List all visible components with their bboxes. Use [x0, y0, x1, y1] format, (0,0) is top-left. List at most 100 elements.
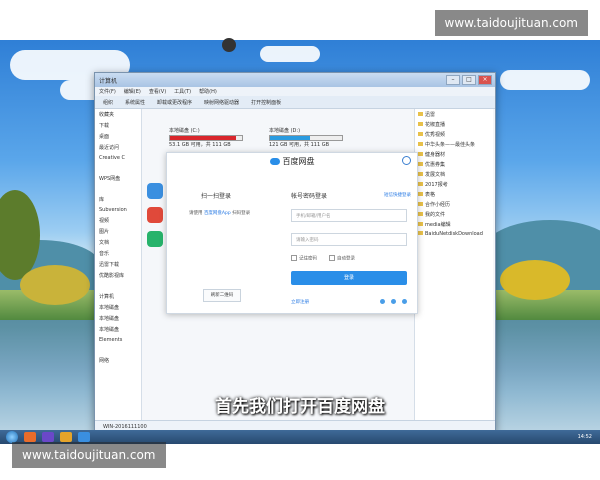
sidebar-item[interactable]: Elements [95, 335, 141, 345]
video-app-icon[interactable] [147, 231, 163, 247]
folder-icon [418, 152, 423, 156]
dialog-close-icon[interactable] [402, 156, 411, 165]
explorer-titlebar[interactable]: 计算机 – □ × [95, 73, 495, 87]
folder-icon [418, 182, 423, 186]
minimize-button[interactable]: – [446, 75, 460, 85]
register-link[interactable]: 立即注册 [291, 299, 309, 305]
sidebar-item[interactable]: 本地磁盘 [95, 302, 141, 313]
qq-login-icon[interactable] [380, 299, 385, 304]
refresh-qr-button[interactable]: 刷新二维码 [203, 289, 241, 302]
folder-item[interactable]: 我的文件 [415, 209, 493, 219]
app-icons [147, 183, 167, 255]
drive-c[interactable]: 本地磁盘 (C:) 53.1 GB 可用，共 111 GB [169, 127, 243, 148]
menubar: 文件(F) 编辑(E) 查看(V) 工具(T) 帮助(H) [95, 87, 495, 96]
folder-item[interactable]: media编辑 [415, 219, 493, 229]
folder-icon [418, 222, 423, 226]
toolbar-system-properties[interactable]: 系统属性 [125, 99, 145, 106]
menu-tools[interactable]: 工具(T) [174, 88, 191, 95]
folder-item[interactable]: 中华头条——最佳头条 [415, 139, 493, 149]
toolbar-uninstall[interactable]: 卸载或更改程序 [157, 99, 192, 106]
folder-icon [418, 142, 423, 146]
menu-edit[interactable]: 编辑(E) [124, 88, 141, 95]
drive-info: 121 GB 可用，共 111 GB [269, 142, 330, 148]
sms-login-link[interactable]: 短信快捷登录 [384, 192, 411, 198]
tree [500, 260, 570, 300]
folder-icon [418, 202, 423, 206]
remember-password-checkbox[interactable]: 记住密码 [291, 255, 317, 262]
desktop-icon[interactable] [222, 38, 236, 52]
password-input[interactable]: 请输入密码 [291, 233, 407, 246]
login-options: 记住密码 自动登录 [291, 255, 355, 262]
sidebar-item[interactable]: 本地磁盘 [95, 324, 141, 335]
sidebar-item[interactable]: 文档 [95, 237, 141, 248]
folder-item[interactable]: 健身器材 [415, 149, 493, 159]
drive-d[interactable]: 本地磁盘 (D:) 121 GB 可用，共 111 GB [269, 127, 343, 148]
drive-info: 53.1 GB 可用，共 111 GB [169, 142, 231, 148]
folder-list: 迅雷 花椒直播 优秀视频 中华头条——最佳头条 健身器材 优惠券集 发展文档 2… [414, 109, 493, 421]
sidebar-item[interactable]: Creative C [95, 153, 141, 163]
login-button[interactable]: 登录 [291, 271, 407, 285]
toolbar-map-drive[interactable]: 映射网络驱动器 [204, 99, 239, 106]
dialog-header[interactable]: 百度网盘 [167, 153, 417, 169]
maximize-button[interactable]: □ [462, 75, 476, 85]
folder-item[interactable]: 发展文档 [415, 169, 493, 179]
auto-login-checkbox[interactable]: 自动登录 [329, 255, 355, 262]
taskbar-app[interactable] [60, 432, 72, 442]
game-app-icon[interactable] [147, 207, 163, 223]
sidebar-item[interactable]: WPS网盘 [95, 173, 141, 184]
cloud [500, 70, 590, 90]
folder-item[interactable]: 优秀视频 [415, 129, 493, 139]
cloud-app-icon[interactable] [147, 183, 163, 199]
folder-item[interactable]: 迅雷 [415, 109, 493, 119]
weibo-login-icon[interactable] [391, 299, 396, 304]
sidebar-item[interactable]: 图片 [95, 226, 141, 237]
sidebar-item[interactable]: Subversion [95, 205, 141, 215]
taskbar-app[interactable] [24, 432, 36, 442]
taskbar-app[interactable] [42, 432, 54, 442]
taskbar-app[interactable] [78, 432, 90, 442]
folder-icon [418, 132, 423, 136]
drive-label: 本地磁盘 (D:) [269, 128, 301, 134]
sidebar-item[interactable]: 迅雷下载 [95, 259, 141, 270]
sidebar-item[interactable]: 收藏夹 [95, 109, 141, 120]
folder-icon [418, 122, 423, 126]
folder-item[interactable]: 优惠券集 [415, 159, 493, 169]
sidebar-item[interactable]: 计算机 [95, 291, 141, 302]
folder-item[interactable]: BaiduNetdiskDownload [415, 229, 493, 238]
folder-item[interactable]: 合作小经历 [415, 199, 493, 209]
sidebar-item[interactable]: 网络 [95, 355, 141, 366]
folder-item[interactable]: 花椒直播 [415, 119, 493, 129]
tree [20, 265, 90, 305]
folder-icon [418, 231, 423, 235]
account-login-title: 帐号密码登录 [291, 193, 328, 200]
folder-icon [418, 192, 423, 196]
menu-help[interactable]: 帮助(H) [199, 88, 217, 95]
qr-login-title: 扫一扫登录 [201, 193, 232, 200]
window-controls: – □ × [446, 75, 495, 85]
folder-icon [418, 162, 423, 166]
taskbar-clock[interactable]: 14:52 [578, 434, 592, 440]
folder-icon [418, 112, 423, 116]
close-button[interactable]: × [478, 75, 492, 85]
sidebar-item[interactable]: 音乐 [95, 248, 141, 259]
sidebar-item[interactable]: 本地磁盘 [95, 313, 141, 324]
baidu-netdisk-login-dialog[interactable]: 百度网盘 扫一扫登录 请使用 百度网盘App 扫码登录 刷新二维码 帐号密码登录… [166, 152, 418, 314]
baidu-app-link[interactable]: 百度网盘App [204, 211, 231, 216]
toolbar-organize[interactable]: 组织 [103, 99, 113, 106]
sidebar-item[interactable]: 桌面 [95, 131, 141, 142]
sidebar-item[interactable]: 最近访问 [95, 142, 141, 153]
sidebar-item[interactable]: 库 [95, 194, 141, 205]
menu-view[interactable]: 查看(V) [149, 88, 166, 95]
toolbar-control-panel[interactable]: 打开控制面板 [251, 99, 281, 106]
folder-item[interactable]: 表格 [415, 189, 493, 199]
folder-item[interactable]: 2017报考 [415, 179, 493, 189]
watermark-bottom: www.taidoujituan.com [12, 442, 166, 468]
username-input[interactable]: 手机/邮箱/用户名 [291, 209, 407, 222]
sidebar-item[interactable]: 视频 [95, 215, 141, 226]
menu-file[interactable]: 文件(F) [99, 88, 116, 95]
wechat-login-icon[interactable] [402, 299, 407, 304]
sidebar-item[interactable]: 下载 [95, 120, 141, 131]
sidebar-item[interactable]: 优酷影视库 [95, 270, 141, 281]
